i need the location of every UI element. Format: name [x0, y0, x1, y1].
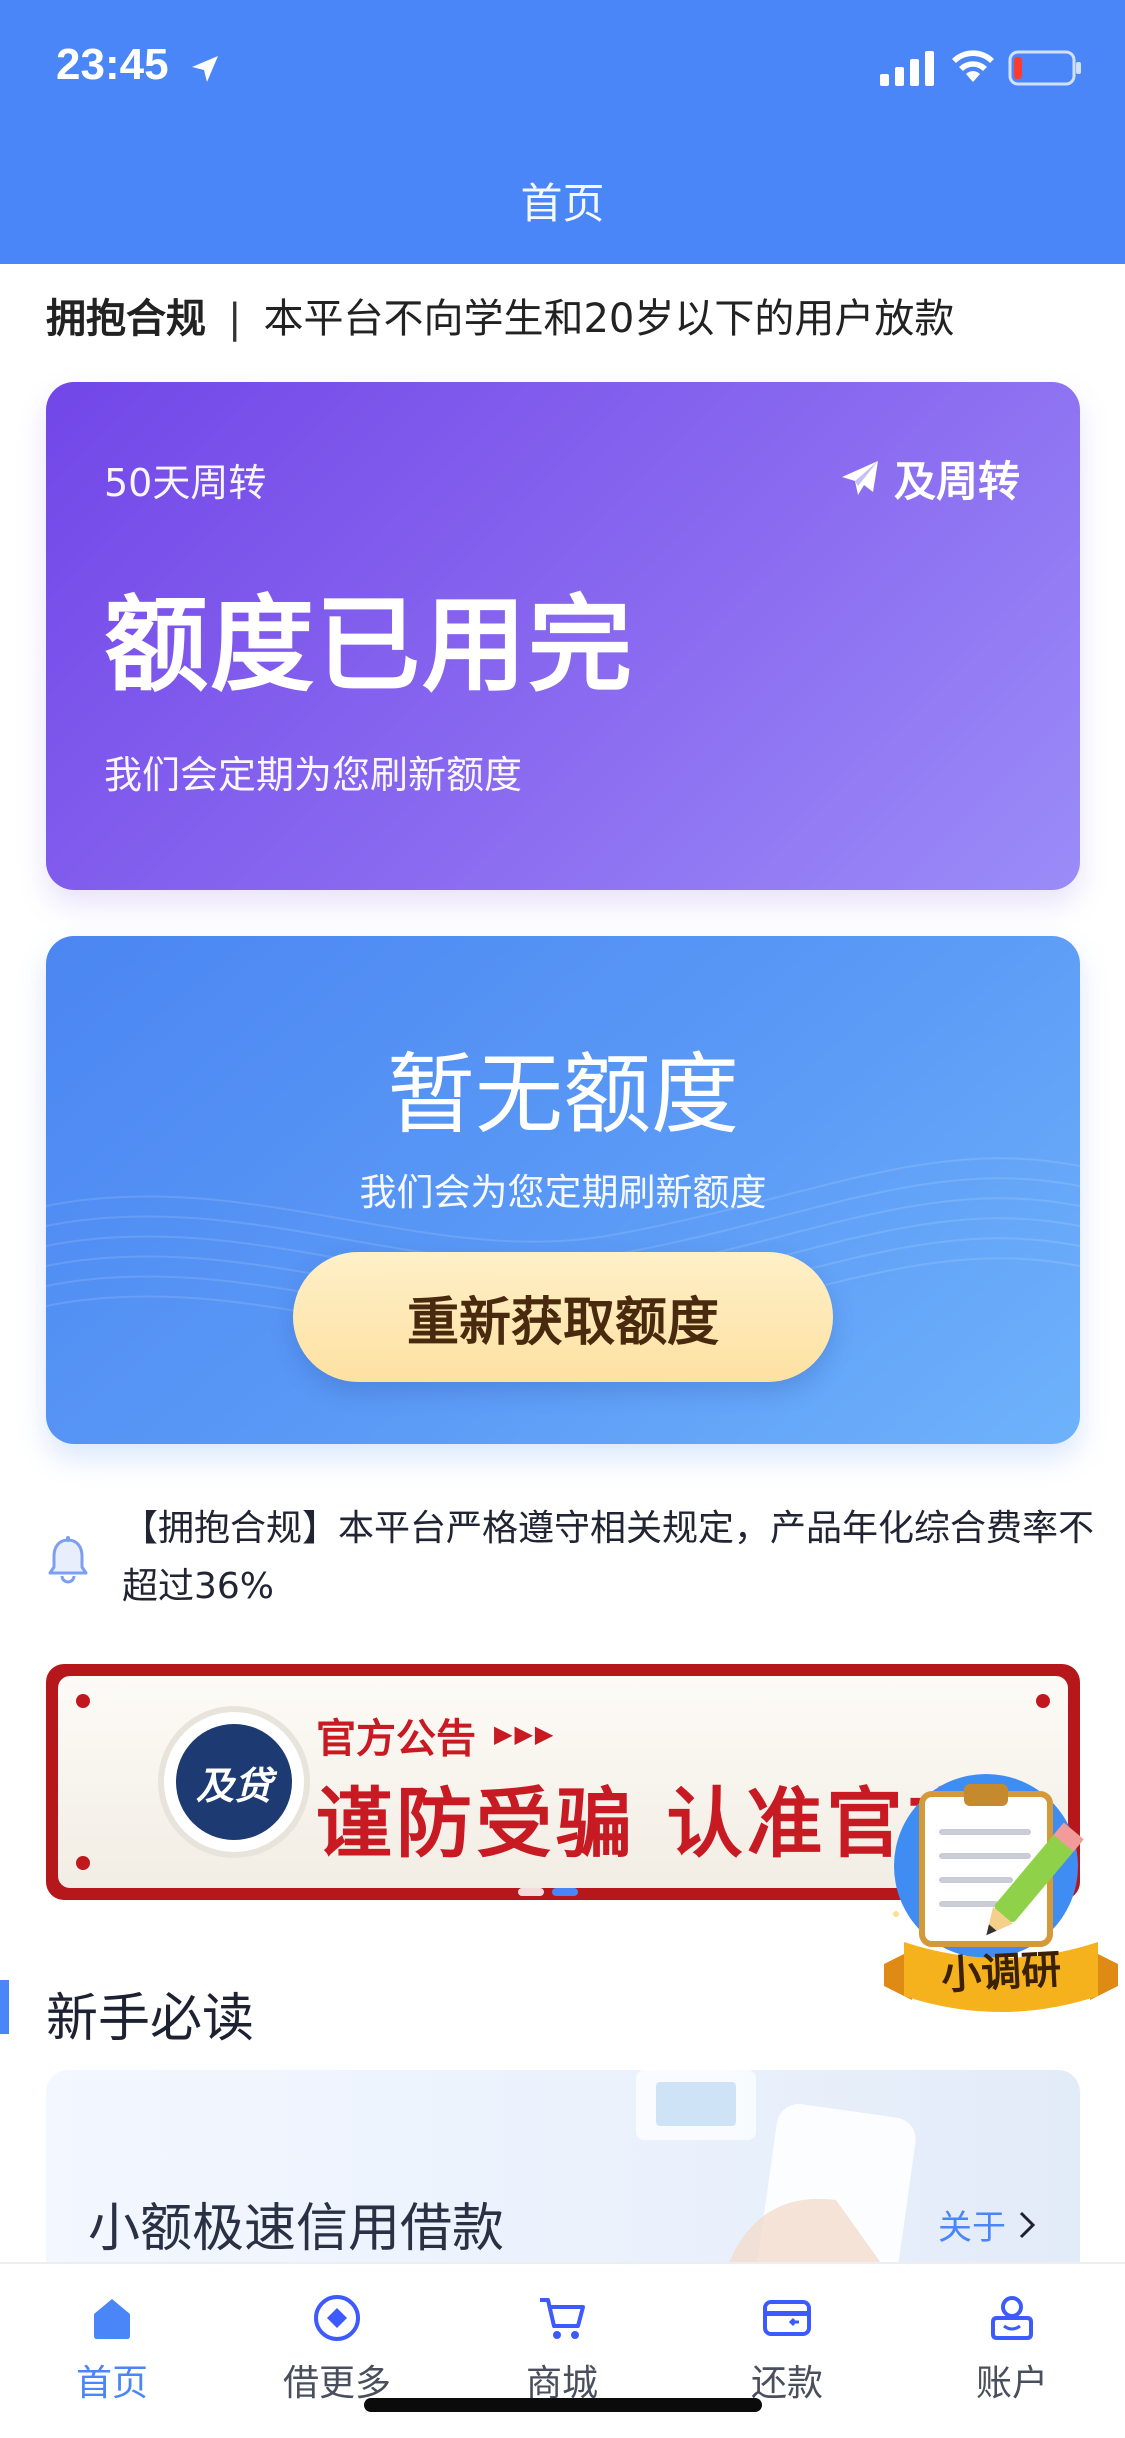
- announcement-label: 官方公告: [316, 1716, 476, 1762]
- page-title: 首页: [520, 179, 605, 228]
- compliance-separator: |: [228, 296, 242, 342]
- home-icon: [94, 2299, 130, 2339]
- repay-card-icon: [763, 2300, 811, 2336]
- paper-plane-icon: [841, 460, 878, 495]
- survey-label: 小调研: [940, 1946, 1063, 2000]
- cart-icon: [540, 2298, 585, 2339]
- guide-title: 小额极速信用借款: [88, 2199, 505, 2259]
- status-time: 23:45: [56, 40, 169, 89]
- fee-notice-text: 【拥抱合规】本平台严格遵守相关规定，产品年化综合费率不超过36%: [122, 1508, 1095, 1607]
- about-link-label: 关于: [938, 2208, 1006, 2248]
- guide-card[interactable]: 小额极速信用借款 关于: [46, 2070, 1080, 2270]
- credit-status-text: 额度已用完: [104, 584, 635, 706]
- tab-account[interactable]: 账户: [932, 2292, 1092, 2406]
- brand-label: 及周转: [840, 448, 1020, 509]
- reapply-quota-button[interactable]: 重新获取额度: [293, 1252, 833, 1382]
- location-arrow-icon: [192, 56, 218, 82]
- brand-name: 及周转: [893, 457, 1020, 506]
- tab-repay[interactable]: 还款: [707, 2292, 867, 2406]
- banner-rivet: [76, 1694, 90, 1708]
- tab-borrow-more[interactable]: 借更多: [257, 2292, 417, 2406]
- compliance-notice: 拥抱合规 | 本平台不向学生和20岁以下的用户放款: [46, 286, 954, 344]
- quota-card: 暂无额度 我们会为您定期刷新额度 重新获取额度: [46, 936, 1080, 1444]
- banner-rivet: [1036, 1694, 1050, 1708]
- quota-title: 暂无额度: [386, 1043, 739, 1146]
- compliance-text: 本平台不向学生和20岁以下的用户放款: [263, 296, 955, 342]
- banner-rivet: [76, 1856, 90, 1870]
- tab-home[interactable]: 首页: [32, 2292, 192, 2406]
- bell-icon: [48, 1536, 88, 1584]
- chevron-right-icon: [1019, 2211, 1036, 2238]
- credit-subtitle: 我们会定期为您刷新额度: [104, 753, 523, 797]
- about-link[interactable]: 关于: [938, 2200, 1036, 2249]
- header-bar: 23:45 首页: [0, 0, 1125, 264]
- battery-icon: [1008, 50, 1081, 86]
- brand-logo: 及贷: [164, 1712, 304, 1852]
- tab-home-label: 首页: [75, 2363, 148, 2404]
- banner-pagination[interactable]: [518, 1886, 598, 1898]
- account-icon: [991, 2296, 1033, 2340]
- cellular-signal-icon: [880, 51, 934, 86]
- wifi-icon: [952, 50, 994, 82]
- announcement-arrows: ▶▶▶: [494, 1720, 556, 1748]
- section-title: 新手必读: [46, 1989, 255, 2049]
- survey-badge[interactable]: 小调研: [878, 1774, 1124, 2038]
- cycle-label: 50天周转: [104, 461, 267, 505]
- borrow-more-icon: [314, 2295, 360, 2341]
- compliance-label: 拥抱合规: [46, 296, 206, 342]
- fee-notice: 【拥抱合规】本平台严格遵守相关规定，产品年化综合费率不超过36%: [46, 1500, 1094, 1630]
- tab-account-label: 账户: [975, 2363, 1048, 2404]
- quota-subtitle: 我们会为您定期刷新额度: [359, 1171, 767, 1214]
- brand-logo-text: 及贷: [176, 1724, 292, 1840]
- tab-mall[interactable]: 商城: [482, 2292, 642, 2406]
- section-accent-bar: [0, 1980, 9, 2034]
- credit-status-card[interactable]: 50天周转 及周转 额度已用完 我们会定期为您刷新额度: [46, 382, 1080, 890]
- home-indicator[interactable]: [364, 2398, 762, 2412]
